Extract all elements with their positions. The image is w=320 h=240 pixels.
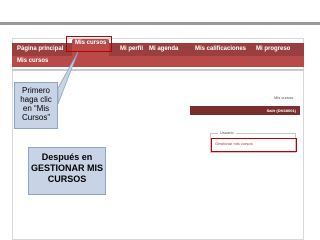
callout-1-line-3: en “Mis	[22, 104, 50, 113]
callout-1-line-4: Cursos”	[21, 113, 50, 122]
callout-1-line-2: haga clic	[20, 95, 52, 104]
callout-2-line-1: Después en	[41, 152, 93, 162]
callout-step-2: Después en GESTIONAR MIS CURSOS	[28, 147, 106, 195]
callout-step-1: Primero haga clic en “Mis Cursos”	[14, 82, 58, 129]
callout-2-line-2: GESTIONAR MIS	[30, 163, 103, 173]
slide: Página principal Mis cursos Mi perfil Mi…	[0, 0, 320, 240]
callout-1-line-1: Primero	[21, 86, 50, 95]
callout-2-line-3: CURSOS	[47, 174, 87, 184]
pointer-to-mis-cursos	[57, 51, 79, 105]
